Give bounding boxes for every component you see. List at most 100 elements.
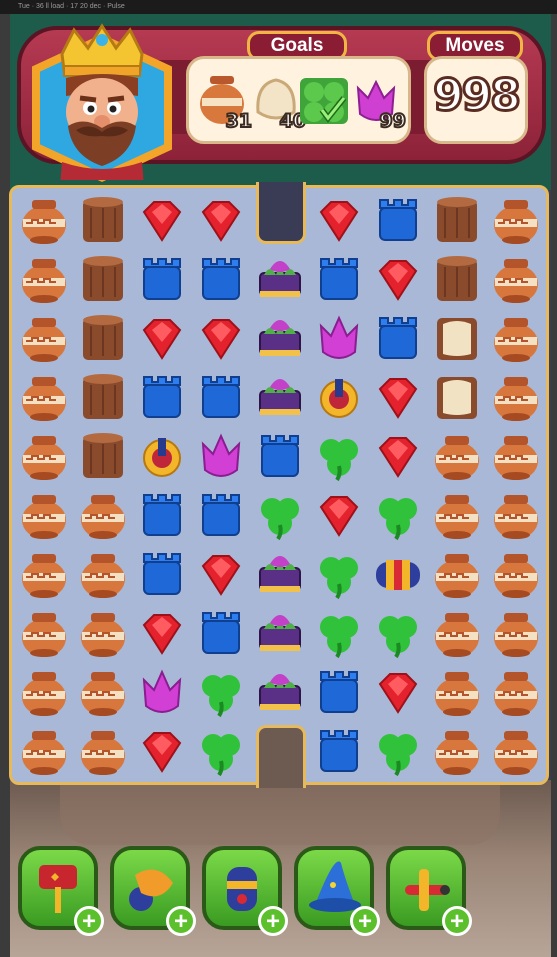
vase-tile[interactable]: [428, 545, 486, 603]
add-icon[interactable]: +: [166, 906, 196, 936]
clover-tile[interactable]: [369, 604, 427, 662]
tulip-tile[interactable]: [133, 663, 191, 721]
cannon-booster-button[interactable]: +: [110, 846, 196, 936]
clover-tile[interactable]: [310, 604, 368, 662]
vase-tile[interactable]: [15, 368, 73, 426]
vase-tile[interactable]: [15, 309, 73, 367]
add-icon[interactable]: +: [258, 906, 288, 936]
hammer-booster-button[interactable]: +: [18, 846, 104, 936]
tower-tile[interactable]: [369, 191, 427, 249]
rocket-tile[interactable]: [369, 545, 427, 603]
gem-tile[interactable]: [369, 427, 427, 485]
vase-tile[interactable]: [74, 486, 132, 544]
clover-tile[interactable]: [310, 545, 368, 603]
vase-tile[interactable]: [15, 486, 73, 544]
bread-tile[interactable]: [428, 368, 486, 426]
gem-tile[interactable]: [192, 309, 250, 367]
gem-tile[interactable]: [310, 191, 368, 249]
add-icon[interactable]: +: [350, 906, 380, 936]
cake-tile[interactable]: [251, 545, 309, 603]
clover-tile[interactable]: [369, 722, 427, 780]
vase-tile[interactable]: [428, 604, 486, 662]
vase-tile[interactable]: [15, 663, 73, 721]
log-tile[interactable]: [74, 309, 132, 367]
clover-icon: [202, 734, 240, 777]
vase-tile[interactable]: [428, 427, 486, 485]
gem-tile[interactable]: [192, 191, 250, 249]
vase-tile[interactable]: [74, 722, 132, 780]
tower-tile[interactable]: [192, 368, 250, 426]
tower-tile[interactable]: [192, 250, 250, 308]
cake-tile[interactable]: [251, 250, 309, 308]
rocket-booster-booster-button[interactable]: +: [202, 846, 288, 936]
vase-tile[interactable]: [428, 722, 486, 780]
vase-tile[interactable]: [487, 722, 545, 780]
tower-tile[interactable]: [369, 309, 427, 367]
tower-tile[interactable]: [310, 663, 368, 721]
vase-tile[interactable]: [487, 250, 545, 308]
vase-tile[interactable]: [74, 604, 132, 662]
vase-tile[interactable]: [428, 663, 486, 721]
gem-tile[interactable]: [369, 663, 427, 721]
vase-tile[interactable]: [15, 191, 73, 249]
clover-tile[interactable]: [251, 486, 309, 544]
gem-tile[interactable]: [133, 604, 191, 662]
add-icon[interactable]: +: [442, 906, 472, 936]
vase-tile[interactable]: [487, 309, 545, 367]
vase-tile[interactable]: [74, 663, 132, 721]
log-tile[interactable]: [74, 427, 132, 485]
cake-tile[interactable]: [251, 663, 309, 721]
gem-tile[interactable]: [133, 722, 191, 780]
vase-tile[interactable]: [15, 722, 73, 780]
cake-tile[interactable]: [251, 309, 309, 367]
cake-tile[interactable]: [251, 604, 309, 662]
propeller-tile[interactable]: [310, 368, 368, 426]
log-tile[interactable]: [428, 250, 486, 308]
tower-tile[interactable]: [310, 250, 368, 308]
vase-tile[interactable]: [487, 427, 545, 485]
tower-tile[interactable]: [192, 604, 250, 662]
vase-tile[interactable]: [15, 427, 73, 485]
add-icon[interactable]: +: [74, 906, 104, 936]
tulip-tile[interactable]: [310, 309, 368, 367]
vase-tile[interactable]: [487, 604, 545, 662]
gem-tile[interactable]: [192, 545, 250, 603]
tower-tile[interactable]: [251, 427, 309, 485]
vase-tile[interactable]: [487, 545, 545, 603]
vase-tile[interactable]: [487, 191, 545, 249]
gem-tile[interactable]: [133, 309, 191, 367]
gem-tile[interactable]: [369, 368, 427, 426]
log-tile[interactable]: [74, 250, 132, 308]
gem-tile[interactable]: [369, 250, 427, 308]
vase-tile[interactable]: [487, 486, 545, 544]
clover-tile[interactable]: [310, 427, 368, 485]
tower-tile[interactable]: [133, 368, 191, 426]
vase-tile[interactable]: [15, 250, 73, 308]
tower-tile[interactable]: [133, 545, 191, 603]
cake-tile[interactable]: [251, 368, 309, 426]
gem-tile[interactable]: [133, 191, 191, 249]
tower-tile[interactable]: [192, 486, 250, 544]
tower-tile[interactable]: [133, 486, 191, 544]
vase-tile[interactable]: [15, 545, 73, 603]
vase-tile[interactable]: [487, 663, 545, 721]
bread-tile[interactable]: [428, 309, 486, 367]
tower-tile[interactable]: [310, 722, 368, 780]
wizard-hat-booster-button[interactable]: +: [294, 846, 380, 936]
tulip-tile[interactable]: [192, 427, 250, 485]
log-tile[interactable]: [74, 368, 132, 426]
plane-booster-button[interactable]: +: [386, 846, 472, 936]
propeller-tile[interactable]: [133, 427, 191, 485]
log-tile[interactable]: [428, 191, 486, 249]
clover-tile[interactable]: [369, 486, 427, 544]
clover-tile[interactable]: [192, 722, 250, 780]
avatar[interactable]: [32, 23, 172, 182]
vase-tile[interactable]: [487, 368, 545, 426]
vase-tile[interactable]: [74, 545, 132, 603]
vase-tile[interactable]: [15, 604, 73, 662]
vase-tile[interactable]: [428, 486, 486, 544]
tower-tile[interactable]: [133, 250, 191, 308]
clover-tile[interactable]: [192, 663, 250, 721]
gem-tile[interactable]: [310, 486, 368, 544]
log-tile[interactable]: [74, 191, 132, 249]
